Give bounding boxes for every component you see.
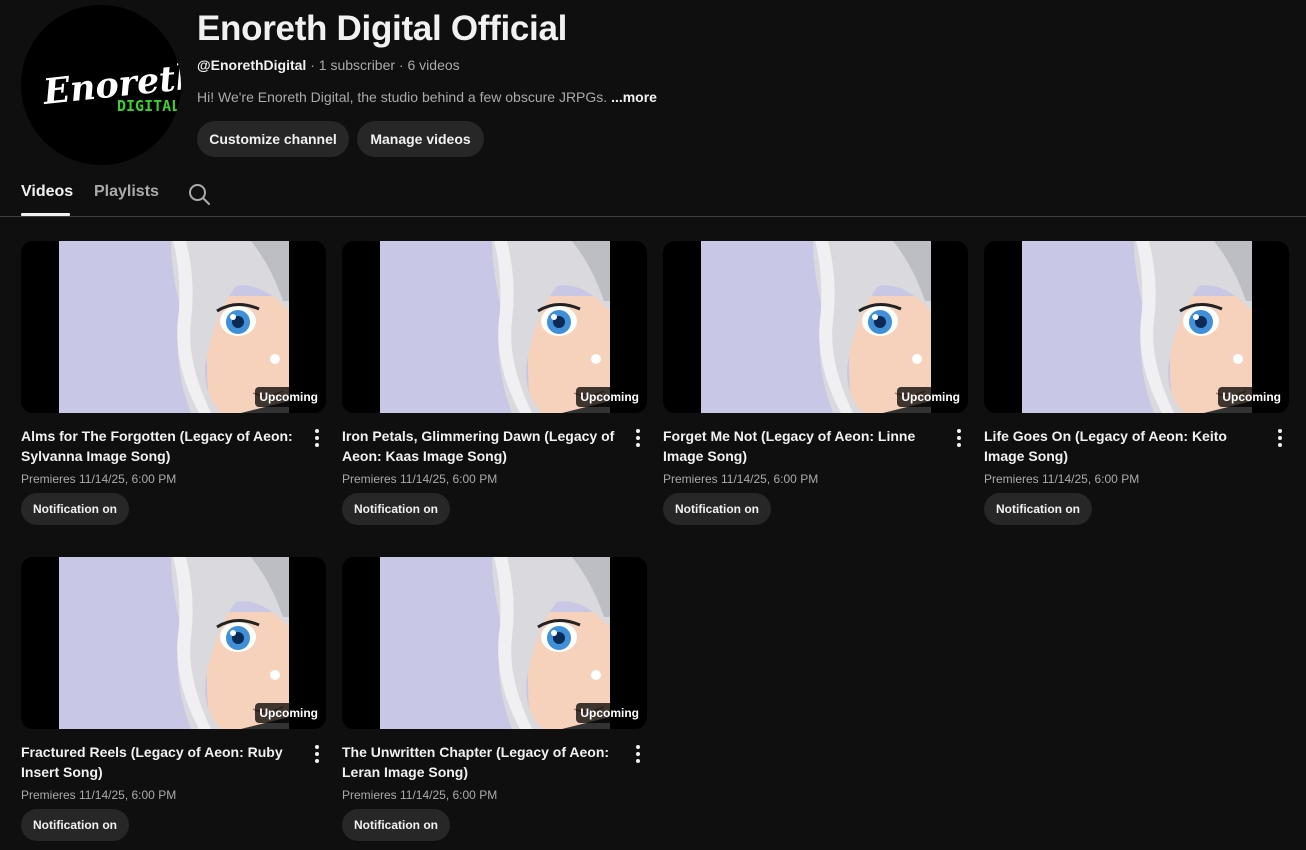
notification-button[interactable]: Notification on <box>21 809 129 841</box>
tab-playlists[interactable]: Playlists <box>94 183 159 201</box>
notification-button[interactable]: Notification on <box>663 493 771 525</box>
subscriber-count: 1 subscriber <box>318 57 396 73</box>
logo-subtext: DIGITAL <box>117 97 180 115</box>
active-tab-indicator <box>21 213 70 216</box>
meta-separator: · <box>306 57 319 73</box>
meta-separator: · <box>395 57 408 73</box>
video-title[interactable]: Iron Petals, Glimmering Dawn (Legacy of … <box>342 426 622 466</box>
more-link[interactable]: ...more <box>611 89 657 105</box>
channel-avatar[interactable]: Enoreth DIGITAL <box>21 5 181 165</box>
channel-meta: @EnorethDigital · 1 subscriber · 6 video… <box>197 57 460 73</box>
video-thumbnail[interactable]: Upcoming <box>21 241 326 413</box>
premiere-time: Premieres 11/14/25, 6:00 PM <box>984 472 1140 486</box>
description-text: Hi! We're Enoreth Digital, the studio be… <box>197 89 612 105</box>
customize-channel-button[interactable]: Customize channel <box>197 121 349 157</box>
more-vert-icon[interactable] <box>1272 428 1288 448</box>
upcoming-badge: Upcoming <box>255 703 322 723</box>
video-title[interactable]: Fractured Reels (Legacy of Aeon: Ruby In… <box>21 742 301 782</box>
channel-logo: Enoreth DIGITAL <box>21 5 181 165</box>
upcoming-badge: Upcoming <box>576 703 643 723</box>
notification-button[interactable]: Notification on <box>342 493 450 525</box>
video-count: 6 videos <box>407 57 460 73</box>
more-vert-icon[interactable] <box>951 428 967 448</box>
more-vert-icon[interactable] <box>630 744 646 764</box>
video-title[interactable]: Alms for The Forgotten (Legacy of Aeon: … <box>21 426 301 466</box>
video-thumbnail[interactable]: Upcoming <box>663 241 968 413</box>
search-icon[interactable] <box>186 181 212 207</box>
tab-videos[interactable]: Videos <box>21 183 73 201</box>
premiere-time: Premieres 11/14/25, 6:00 PM <box>342 788 498 802</box>
upcoming-badge: Upcoming <box>255 387 322 407</box>
video-title[interactable]: The Unwritten Chapter (Legacy of Aeon: L… <box>342 742 622 782</box>
video-thumbnail[interactable]: Upcoming <box>984 241 1289 413</box>
upcoming-badge: Upcoming <box>576 387 643 407</box>
video-thumbnail[interactable]: Upcoming <box>342 557 647 729</box>
premiere-time: Premieres 11/14/25, 6:00 PM <box>21 472 177 486</box>
video-title[interactable]: Forget Me Not (Legacy of Aeon: Linne Ima… <box>663 426 943 466</box>
video-thumbnail[interactable]: Upcoming <box>342 241 647 413</box>
more-vert-icon[interactable] <box>309 428 325 448</box>
notification-button[interactable]: Notification on <box>21 493 129 525</box>
video-title[interactable]: Life Goes On (Legacy of Aeon: Keito Imag… <box>984 426 1264 466</box>
channel-title: Enoreth Digital Official <box>197 9 568 48</box>
more-vert-icon[interactable] <box>309 744 325 764</box>
notification-button[interactable]: Notification on <box>342 809 450 841</box>
more-vert-icon[interactable] <box>630 428 646 448</box>
manage-videos-button[interactable]: Manage videos <box>357 121 484 157</box>
notification-button[interactable]: Notification on <box>984 493 1092 525</box>
upcoming-badge: Upcoming <box>1218 387 1285 407</box>
channel-tabs: Videos Playlists <box>0 170 1306 217</box>
channel-header: Enoreth DIGITAL Enoreth Digital Official… <box>0 0 1306 170</box>
channel-handle: @EnorethDigital <box>197 57 307 73</box>
upcoming-badge: Upcoming <box>897 387 964 407</box>
premiere-time: Premieres 11/14/25, 6:00 PM <box>342 472 498 486</box>
video-thumbnail[interactable]: Upcoming <box>21 557 326 729</box>
premiere-time: Premieres 11/14/25, 6:00 PM <box>21 788 177 802</box>
channel-description[interactable]: Hi! We're Enoreth Digital, the studio be… <box>197 89 657 105</box>
premiere-time: Premieres 11/14/25, 6:00 PM <box>663 472 819 486</box>
